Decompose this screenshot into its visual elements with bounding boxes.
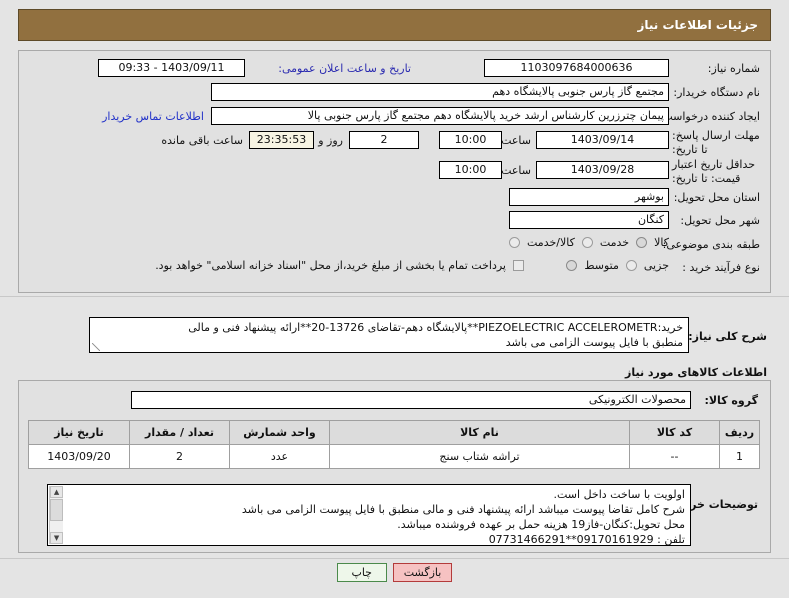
items-table-header-row: ردیف کد کالا نام کالا واحد شمارش تعداد /… [28,420,760,445]
buyer-notes-line-3: محل تحویل:کنگان-فاز19 هزینه حمل بر عهده … [397,518,685,531]
classification-radio-2[interactable] [509,237,520,248]
announce-datetime-label: تاریخ و ساعت اعلان عمومی: [278,62,411,75]
items-panel: گروه کالا: محصولات الکترونیکی ردیف کد کا… [18,380,771,553]
province-label: استان محل تحویل: [673,191,760,204]
cell-unit: عدد [229,444,330,469]
province-value: بوشهر [509,188,669,206]
cell-need-date: 1403/09/20 [28,444,130,469]
page-title: جزئیات اطلاعات نیاز [637,18,758,32]
price-validity-time: 10:00 [439,161,502,179]
price-validity-date: 1403/09/28 [536,161,669,179]
items-col-date: تاریخ نیاز [28,420,130,445]
classification-radio-0[interactable] [636,237,648,248]
countdown-unit: ساعت باقی مانده [161,134,243,147]
buyer-notes-scrollbar[interactable]: ▲ ▼ [49,486,63,544]
announce-datetime-value: 09:33 - 1403/09/11 [98,59,245,77]
scroll-down-arrow-icon[interactable]: ▼ [50,532,63,544]
classification-radio-group[interactable]: کالا خدمت کالا/خدمت [509,236,669,249]
remaining-days-value: 2 [349,131,419,149]
buyer-contact-link[interactable]: اطلاعات تماس خریدار [102,110,204,123]
response-deadline-label: مهلت ارسال پاسخ: تا تاریخ: [672,129,760,156]
description-line-2: منطبق با فایل پیوست الزامی می باشد [505,336,683,349]
items-table-wrap: ردیف کد کالا نام کالا واحد شمارش تعداد /… [28,420,760,469]
response-deadline-date: 1403/09/14 [536,131,669,149]
process-type-option-1-label: متوسط [584,259,619,272]
buyer-notes-line-2: شرح کامل تقاضا پیوست میباشد ارائه پیشنها… [241,503,685,516]
treasury-checkbox-row[interactable]: پرداخت تمام یا بخشی از مبلغ خرید،از محل … [155,259,524,272]
need-info-panel: شماره نیاز: 1103097684000636 تاریخ و ساع… [18,50,771,293]
goods-group-label: گروه کالا: [704,394,758,407]
page-root: جزئیات اطلاعات نیاز شماره نیاز: 11030976… [0,0,789,598]
description-line-1: خرید:PIEZOELECTRIC ACCELEROMETR**پالایشگ… [188,321,683,334]
countdown-value: 23:35:53 [249,131,314,149]
treasury-checkbox-label: پرداخت تمام یا بخشی از مبلغ خرید،از محل … [155,259,506,272]
buyer-notes-textarea[interactable]: ▲ ▼ اولویت با ساخت داخل است. شرح کامل تق… [47,484,691,546]
back-button[interactable]: بازگشت [392,563,453,582]
process-type-option-0-label: جزیی [643,259,669,272]
items-col-code: کد کالا [629,420,720,445]
buyer-org-label: نام دستگاه خریدار: [673,86,760,99]
section-divider-top [0,296,789,297]
items-section-heading: اطلاعات کالاهای مورد نیاز [625,366,767,379]
cell-row-index: 1 [719,444,760,469]
response-hour-label: ساعت [501,134,531,147]
process-type-radio-1[interactable] [566,260,578,271]
classification-option-2-label: کالا/خدمت [527,236,575,249]
print-button[interactable]: چاپ [336,563,387,582]
price-validity-label: حداقل تاریخ اعتبار قیمت: تا تاریخ: [672,158,756,185]
items-col-qty: تعداد / مقدار [129,420,230,445]
process-type-label: نوع فرآیند خرید : [682,261,760,274]
scrollbar-thumb[interactable] [50,499,63,521]
requester-value: پیمان چترزرین کارشناس ارشد خرید پالایشگا… [211,107,669,125]
remaining-days-unit: روز و [318,134,343,147]
buyer-notes-line-1: اولویت با ساخت داخل است. [553,488,686,501]
requester-label: ایجاد کننده درخواست: [658,110,760,123]
cell-item-name: تراشه شتاب سنج [329,444,630,469]
process-type-radio-group[interactable]: جزیی متوسط [566,259,669,272]
cell-quantity: 2 [129,444,230,469]
classification-option-1-label: خدمت [599,236,630,249]
description-textarea[interactable]: خرید:PIEZOELECTRIC ACCELEROMETR**پالایشگ… [89,317,689,353]
treasury-checkbox[interactable] [513,260,524,271]
button-bar: بازگشت چاپ [0,563,789,582]
items-table: ردیف کد کالا نام کالا واحد شمارش تعداد /… [28,420,760,469]
page-title-bar: جزئیات اطلاعات نیاز [18,9,771,41]
resize-grip-icon[interactable] [92,343,100,351]
classification-radio-1[interactable] [581,237,593,248]
buyer-org-value: مجتمع گاز پارس جنوبی پالایشگاه دهم [211,83,669,101]
process-type-radio-0[interactable] [625,260,637,271]
scroll-up-arrow-icon[interactable]: ▲ [50,486,63,498]
buyer-notes-line-4: تلفن : 09170161929**07731466291 [488,533,685,546]
classification-label: طبقه بندی موضوعی: [662,238,760,251]
items-col-unit: واحد شمارش [229,420,330,445]
classification-option-0-label: کالا [654,236,669,249]
city-label: شهر محل تحویل: [680,214,760,227]
items-col-row: ردیف [719,420,760,445]
section-divider-bottom [0,558,789,559]
items-col-name: نام کالا [329,420,630,445]
response-deadline-time: 10:00 [439,131,502,149]
need-number-value: 1103097684000636 [484,59,669,77]
need-number-label: شماره نیاز: [707,62,760,75]
price-validity-hour-label: ساعت [501,164,531,177]
table-row: 1 -- تراشه شتاب سنج عدد 2 1403/09/20 [28,444,760,469]
cell-item-code: -- [629,444,720,469]
goods-group-value: محصولات الکترونیکی [131,391,691,409]
city-value: کنگان [509,211,669,229]
description-label: شرح کلی نیاز: [688,330,767,343]
